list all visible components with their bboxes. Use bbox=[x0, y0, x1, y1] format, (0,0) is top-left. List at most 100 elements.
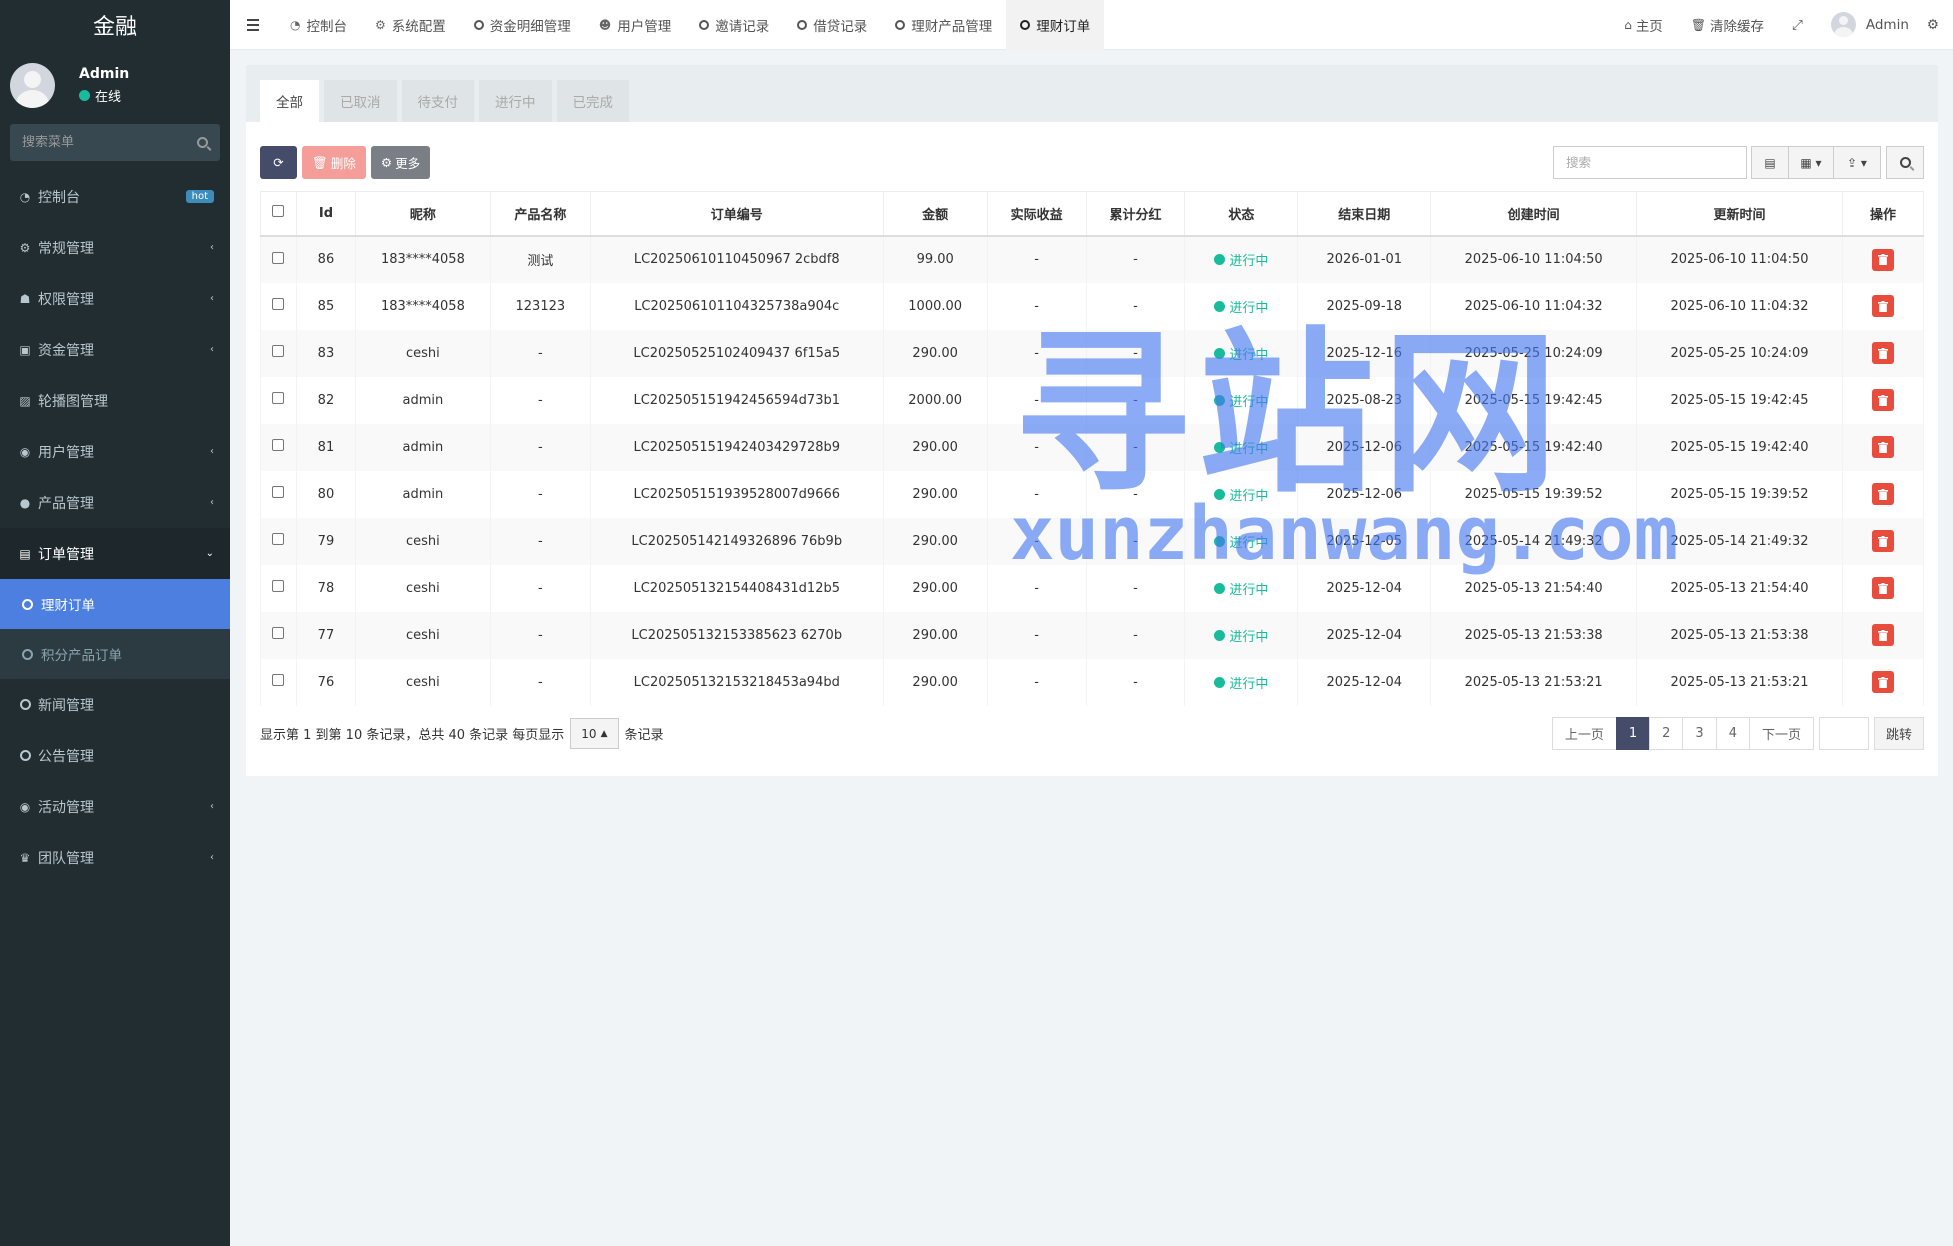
row-delete-button[interactable] bbox=[1871, 483, 1894, 505]
row-checkbox[interactable] bbox=[272, 345, 285, 357]
sidebar-item-activities[interactable]: ◉ 活动管理 ‹ bbox=[0, 781, 230, 832]
search-icon[interactable] bbox=[197, 137, 208, 148]
column-header[interactable]: 金额 bbox=[882, 191, 988, 237]
row-checkbox[interactable] bbox=[272, 533, 285, 545]
settings-icon[interactable]: ⚙ bbox=[1923, 0, 1943, 50]
toggle-view-icon[interactable]: ▤ bbox=[1751, 146, 1789, 179]
row-delete-button[interactable] bbox=[1871, 577, 1894, 599]
jump-page-input[interactable] bbox=[1818, 717, 1869, 750]
page-button[interactable]: 4 bbox=[1715, 717, 1750, 750]
circle-icon bbox=[18, 698, 32, 712]
column-header[interactable]: 产品名称 bbox=[489, 191, 591, 237]
column-header[interactable]: 昵称 bbox=[354, 191, 491, 237]
table-cell: 2025-05-15 19:42:45 bbox=[1636, 376, 1843, 424]
row-delete-button[interactable] bbox=[1871, 295, 1894, 317]
sidebar-item-orders[interactable]: ▤ 订单管理 ⌄ bbox=[0, 528, 230, 579]
jump-button[interactable]: 跳转 bbox=[1873, 717, 1924, 750]
sidebar-item-general[interactable]: ⚙ 常规管理 ‹ bbox=[0, 222, 230, 273]
tab-label: 借贷记录 bbox=[813, 18, 868, 35]
tab-all[interactable]: 全部 bbox=[260, 80, 319, 122]
sidebar-item-funds[interactable]: ▣ 资金管理 ‹ bbox=[0, 324, 230, 375]
sidebar-item-dashboard[interactable]: ◔ 控制台 hot bbox=[0, 171, 230, 222]
tab-dashboard[interactable]: ◔ 控制台 bbox=[276, 0, 361, 50]
tab-loans[interactable]: 借贷记录 bbox=[783, 0, 881, 50]
sidebar-item-banner[interactable]: ▨ 轮播图管理 bbox=[0, 375, 230, 426]
column-header[interactable]: 结束日期 bbox=[1297, 191, 1432, 237]
tab-users[interactable]: ☻ 用户管理 bbox=[585, 0, 686, 50]
page-button[interactable]: 1 bbox=[1615, 717, 1651, 750]
row-checkbox[interactable] bbox=[272, 486, 285, 498]
page-button[interactable]: 2 bbox=[1649, 717, 1684, 750]
sidebar-item-notices[interactable]: 公告管理 bbox=[0, 730, 230, 781]
row-checkbox[interactable] bbox=[272, 298, 285, 310]
more-button[interactable]: ⚙ 更多 bbox=[370, 146, 431, 179]
orders-panel: 全部 已取消 待支付 进行中 已完成 ⟳ 🗑删除 ⚙更多 ▤ ▦ ▾ ⇪ ▾ I… bbox=[246, 65, 1938, 776]
tab-cancelled[interactable]: 已取消 bbox=[324, 80, 397, 122]
fullscreen-icon[interactable]: ⤢ bbox=[1778, 0, 1817, 50]
delete-button[interactable]: 🗑 删除 bbox=[302, 146, 366, 179]
column-header[interactable]: 累计分红 bbox=[1085, 191, 1186, 237]
tab-completed[interactable]: 已完成 bbox=[556, 80, 629, 122]
tab-pending-payment[interactable]: 待支付 bbox=[401, 80, 474, 122]
column-header[interactable]: Id bbox=[295, 191, 356, 237]
row-delete-button[interactable] bbox=[1871, 671, 1894, 693]
search-button[interactable] bbox=[1886, 146, 1924, 179]
status-label: 进行中 bbox=[1229, 300, 1269, 316]
sidebar-item-products[interactable]: ● 产品管理 ‹ bbox=[0, 477, 230, 528]
tab-finance-products[interactable]: 理财产品管理 bbox=[881, 0, 1006, 50]
prev-page-button[interactable]: 上一页 bbox=[1551, 717, 1617, 750]
row-checkbox[interactable] bbox=[272, 251, 285, 264]
menu-toggle-icon[interactable] bbox=[230, 0, 276, 50]
column-header[interactable]: 状态 bbox=[1184, 191, 1299, 237]
column-header[interactable]: 创建时间 bbox=[1430, 191, 1638, 237]
row-checkbox[interactable] bbox=[272, 392, 285, 404]
page-size-dropdown[interactable]: 10 ▲ bbox=[570, 718, 619, 749]
app-logo[interactable]: 金融 bbox=[0, 0, 230, 50]
tab-finance-orders[interactable]: 理财订单 bbox=[1006, 0, 1105, 50]
column-header: 操作 bbox=[1841, 191, 1925, 237]
tab-label: 理财订单 bbox=[1036, 18, 1091, 35]
sidebar-item-permission[interactable]: ☗ 权限管理 ‹ bbox=[0, 273, 230, 324]
tab-label: 邀请记录 bbox=[715, 18, 770, 35]
tab-system-config[interactable]: ⚙ 系统配置 bbox=[361, 0, 460, 50]
row-checkbox[interactable] bbox=[272, 674, 285, 686]
status-label: 进行中 bbox=[1229, 394, 1269, 410]
sidebar-item-team[interactable]: ♛ 团队管理 ‹ bbox=[0, 832, 230, 883]
column-header[interactable]: 订单编号 bbox=[589, 191, 884, 237]
row-delete-button[interactable] bbox=[1871, 624, 1894, 646]
sidebar-item-label: 活动管理 bbox=[38, 799, 94, 816]
table-cell: 2025-12-05 bbox=[1297, 517, 1432, 565]
row-delete-button[interactable] bbox=[1871, 248, 1894, 271]
row-delete-button[interactable] bbox=[1871, 530, 1894, 552]
sidebar-item-users[interactable]: ◉ 用户管理 ‹ bbox=[0, 426, 230, 477]
cell-status: 进行中 bbox=[1184, 329, 1299, 377]
tab-invites[interactable]: 邀请记录 bbox=[685, 0, 783, 50]
tab-fund-details[interactable]: 资金明细管理 bbox=[460, 0, 585, 50]
trash-icon: 🗑 bbox=[312, 154, 328, 170]
select-all-checkbox[interactable] bbox=[272, 205, 285, 218]
home-link[interactable]: ⌂ 主页 bbox=[1610, 0, 1677, 50]
refresh-button[interactable]: ⟳ bbox=[260, 146, 297, 179]
sidebar-item-points-orders[interactable]: 积分产品订单 bbox=[0, 629, 230, 679]
sidebar-item-label: 用户管理 bbox=[38, 444, 94, 461]
clear-cache-button[interactable]: 🗑 清除缓存 bbox=[1677, 0, 1778, 50]
row-delete-button[interactable] bbox=[1871, 436, 1894, 458]
column-header[interactable]: 实际收益 bbox=[986, 191, 1087, 237]
sidebar-item-finance-orders[interactable]: 理财订单 bbox=[0, 579, 230, 629]
sidebar-item-news[interactable]: 新闻管理 bbox=[0, 679, 230, 730]
row-delete-button[interactable] bbox=[1871, 342, 1894, 364]
columns-icon[interactable]: ▦ ▾ bbox=[1788, 146, 1834, 179]
table-search-input[interactable] bbox=[1553, 146, 1747, 179]
row-checkbox[interactable] bbox=[272, 580, 285, 592]
table-cell: 80 bbox=[295, 470, 356, 518]
row-delete-button[interactable] bbox=[1871, 389, 1894, 411]
export-icon[interactable]: ⇪ ▾ bbox=[1833, 146, 1881, 179]
menu-search-input[interactable] bbox=[22, 135, 197, 150]
row-checkbox[interactable] bbox=[272, 439, 285, 451]
next-page-button[interactable]: 下一页 bbox=[1748, 717, 1814, 750]
page-button[interactable]: 3 bbox=[1682, 717, 1717, 750]
column-header[interactable]: 更新时间 bbox=[1636, 191, 1843, 237]
row-checkbox[interactable] bbox=[272, 627, 285, 639]
tab-in-progress[interactable]: 进行中 bbox=[479, 80, 552, 122]
user-menu[interactable]: Admin bbox=[1817, 0, 1923, 50]
